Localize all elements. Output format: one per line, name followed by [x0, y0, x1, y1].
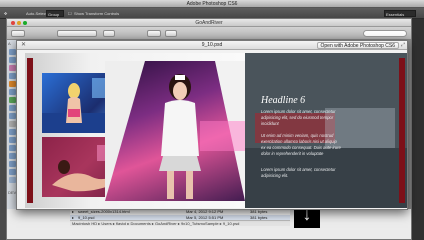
- red-bar-decoration: [27, 58, 33, 203]
- folder-icon[interactable]: [9, 105, 16, 111]
- open-with-button[interactable]: Open with Adobe Photoshop CS6: [316, 42, 399, 49]
- bridge-title: GoAndRiver: [195, 20, 223, 26]
- transform-controls-label: Show Transform Controls: [74, 11, 120, 16]
- move-tool-icon[interactable]: ✥: [4, 10, 7, 17]
- nurse-illustration: [105, 61, 255, 201]
- folder-icon[interactable]: [9, 73, 16, 79]
- auto-select-label: Auto-Select:: [26, 11, 48, 16]
- folder-icon[interactable]: [9, 137, 16, 143]
- auto-select-value: Group: [48, 12, 60, 17]
- photo-main-feature: [105, 61, 255, 201]
- photoshop-title: Adobe Photoshop CS6: [186, 1, 238, 7]
- path-bar[interactable]: Macintosh HD ▸ Users ▸ flaviol ▸ Documen…: [70, 220, 290, 226]
- photoshop-title-bar: Adobe Photoshop CS6: [0, 0, 424, 8]
- downloads-icon[interactable]: [9, 97, 16, 103]
- workspace-dropdown[interactable]: Essentials: [384, 10, 416, 17]
- folder-icon[interactable]: [9, 153, 16, 159]
- view-mode-buttons[interactable]: [57, 30, 97, 37]
- quick-look-button[interactable]: [147, 30, 161, 37]
- folder-icon[interactable]: [9, 57, 16, 63]
- brochure-paragraph: Lorem ipsum dolor sit amet, consectetur …: [261, 167, 336, 178]
- folder-icon[interactable]: [9, 49, 16, 55]
- folder-icon[interactable]: [9, 145, 16, 151]
- brochure-headline: Headline 6: [261, 95, 306, 106]
- quick-look-toolbar: ✕ 9_10.psd Open with Adobe Photoshop CS6…: [17, 41, 407, 50]
- app-icon[interactable]: [9, 65, 16, 71]
- transform-controls-checkbox[interactable]: ☐: [68, 10, 72, 17]
- bridge-toolbar: [7, 27, 411, 40]
- documents-icon[interactable]: [9, 89, 16, 95]
- sidebar-devices-heading: DEV: [8, 190, 17, 195]
- brochure-left-page: [25, 53, 255, 208]
- fullscreen-icon[interactable]: ⤢: [400, 42, 406, 49]
- search-input[interactable]: [363, 30, 407, 37]
- app-icon[interactable]: [9, 81, 16, 87]
- red-bar-decoration: [399, 58, 405, 203]
- brochure-right-page: Headline 6 Lorem ipsum dolor sit amet, c…: [245, 53, 407, 208]
- arrange-button[interactable]: [103, 30, 115, 37]
- folder-icon[interactable]: [9, 129, 16, 135]
- bridge-title-bar: GoAndRiver: [7, 19, 411, 27]
- quick-look-window: ✕ 9_10.psd Open with Adobe Photoshop CS6…: [16, 40, 408, 210]
- folder-icon[interactable]: [9, 161, 16, 167]
- quick-look-preview: Headline 6 Lorem ipsum dolor sit amet, c…: [25, 53, 407, 208]
- folder-icon[interactable]: [9, 113, 16, 119]
- workspace-value: Essentials: [386, 12, 405, 17]
- folder-icon[interactable]: [9, 177, 16, 183]
- brochure-paragraph: Ut enim ad minim veniam, quis nostrud ex…: [261, 133, 341, 156]
- rain-car-background: [245, 53, 407, 208]
- disk-icon[interactable]: [9, 121, 16, 127]
- brochure-paragraph: Lorem ipsum dolor sit amet, consectetur …: [261, 109, 336, 126]
- back-forward-button[interactable]: [11, 30, 25, 37]
- folder-icon[interactable]: [9, 169, 16, 175]
- auto-select-dropdown[interactable]: Group: [46, 10, 64, 17]
- action-button[interactable]: [165, 30, 177, 37]
